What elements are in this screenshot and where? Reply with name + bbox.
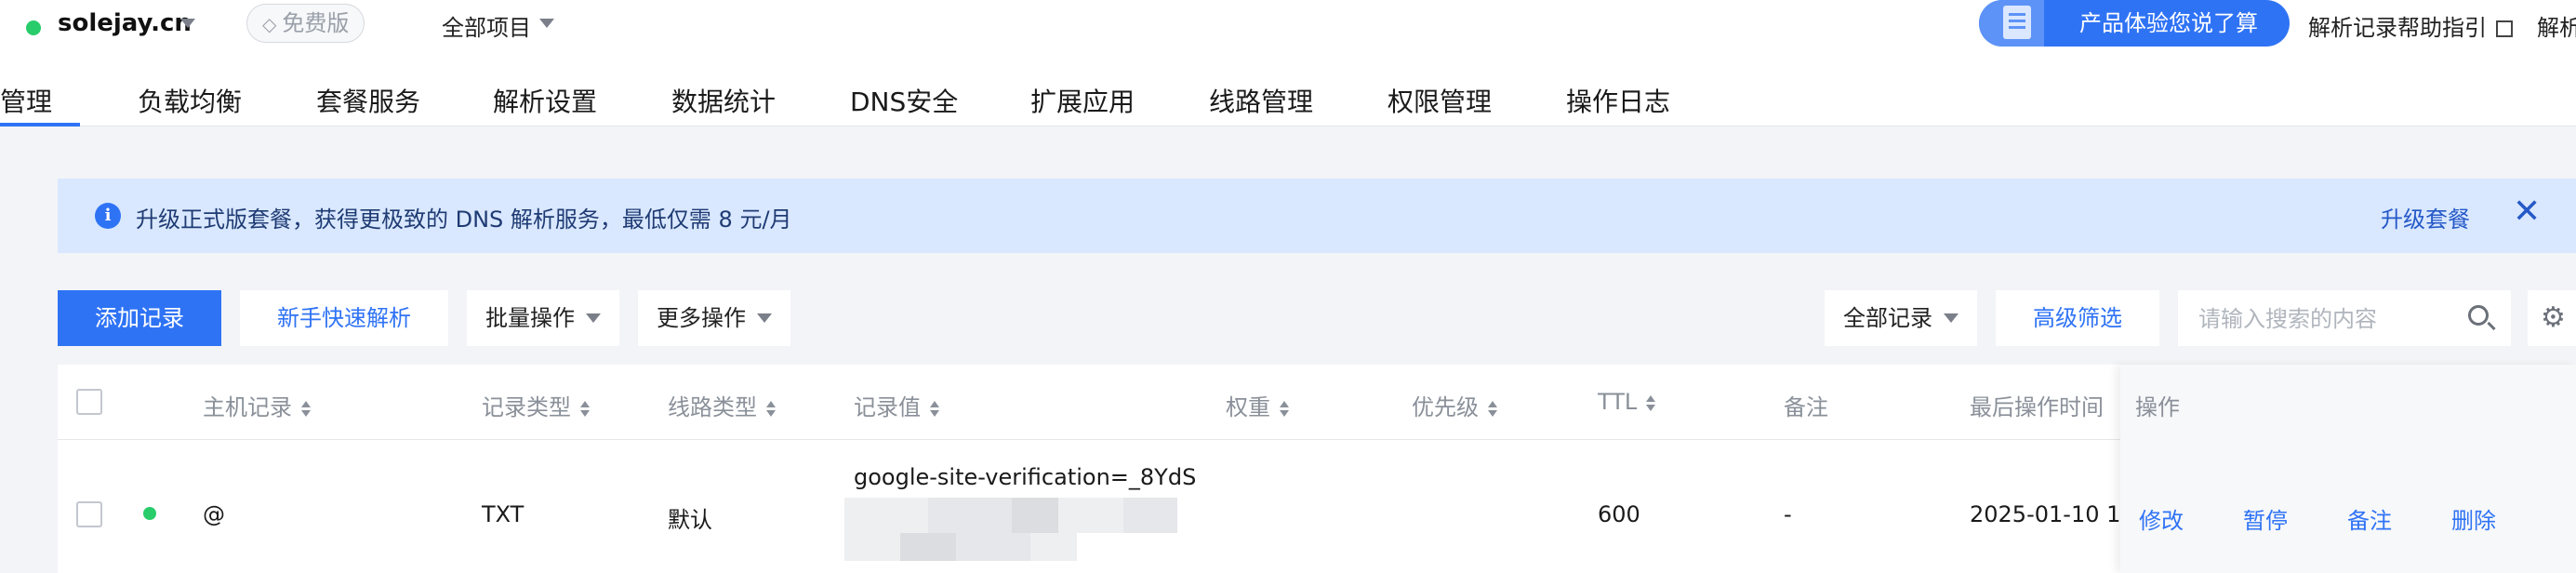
tab-record-management[interactable]: 录管理 [0, 82, 52, 119]
column-remark: 备注 [1784, 394, 1828, 420]
search-icon[interactable] [2468, 305, 2489, 326]
cell-host: @ [203, 501, 225, 527]
column-line-label: 线路类型 [668, 394, 757, 420]
column-value-label: 记录值 [854, 394, 921, 420]
column-actions: 操作 [2135, 394, 2180, 420]
batch-operations-dropdown[interactable]: 批量操作 [467, 290, 619, 346]
chevron-down-icon [757, 313, 772, 323]
plan-badge: ◇ 免费版 [246, 4, 365, 43]
top-header: solejay.cn ◇ 免费版 全部项目 产品体验您说了算 解析记录帮助指引 解… [0, 0, 2576, 127]
sort-icon [301, 401, 311, 418]
row-checkbox[interactable] [76, 501, 102, 527]
help-guide-link[interactable]: 解析记录帮助指引 [2308, 9, 2513, 42]
records-toolbar: 添加记录 新手快速解析 批量操作 更多操作 全部记录 高级筛选 ⚙ [0, 290, 2576, 346]
search-input[interactable] [2197, 301, 2461, 337]
record-enabled-icon [143, 507, 156, 520]
cell-remark: - [1784, 501, 1792, 527]
sort-icon [580, 401, 590, 418]
column-last-operation-time[interactable]: 最后操作时间 [1970, 389, 2104, 421]
tab-dns-security[interactable]: DNS安全 [850, 82, 958, 119]
help-guide-label: 解析记录帮助指引 [2308, 15, 2487, 41]
close-icon[interactable]: ✕ [2513, 192, 2541, 233]
record-filter-dropdown[interactable]: 全部记录 [1825, 290, 1977, 346]
tab-line-management[interactable]: 线路管理 [1209, 82, 1313, 119]
feedback-button-label: 产品体验您说了算 [2079, 10, 2258, 36]
column-type[interactable]: 记录类型 [482, 389, 590, 421]
record-filter-label: 全部记录 [1843, 305, 1932, 331]
sort-icon [1488, 401, 1497, 418]
tab-extensions[interactable]: 扩展应用 [1030, 82, 1135, 119]
column-host-label: 主机记录 [203, 394, 292, 420]
project-select[interactable]: 全部项目 [442, 9, 531, 42]
column-host[interactable]: 主机记录 [203, 389, 311, 421]
tab-load-balancing[interactable]: 负载均衡 [138, 82, 242, 119]
cell-value: google-site-verification=_8YdS [854, 464, 1197, 490]
domain-status-icon [26, 20, 41, 35]
advanced-filter-button[interactable]: 高级筛选 [1996, 290, 2159, 346]
column-line[interactable]: 线路类型 [668, 389, 776, 421]
tab-plan-services[interactable]: 套餐服务 [316, 82, 420, 119]
domain-name[interactable]: solejay.cn [58, 9, 192, 37]
add-record-button[interactable]: 添加记录 [58, 290, 221, 346]
tab-operation-log[interactable]: 操作日志 [1566, 82, 1670, 119]
pause-record-link[interactable]: 暂停 [2243, 502, 2288, 535]
search-box [2178, 290, 2511, 346]
sort-icon [1646, 395, 1656, 412]
column-ttl[interactable]: TTL [1598, 389, 1656, 415]
tab-statistics[interactable]: 数据统计 [671, 82, 776, 119]
column-priority[interactable]: 优先级 [1412, 389, 1497, 421]
column-settings-button[interactable]: ⚙ [2528, 290, 2576, 346]
cell-ttl: 600 [1598, 501, 1640, 527]
select-all-checkbox[interactable] [76, 389, 102, 415]
column-value[interactable]: 记录值 [854, 389, 939, 421]
document-icon [1979, 0, 2044, 47]
records-table: 主机记录 记录类型 线路类型 记录值 权重 优先级 TTL 备注 最后操作时间 … [58, 365, 2576, 573]
delete-record-link[interactable]: 删除 [2451, 502, 2496, 535]
cell-line: 默认 [668, 507, 712, 533]
quick-resolve-button[interactable]: 新手快速解析 [240, 290, 448, 346]
batch-operations-label: 批量操作 [485, 305, 575, 331]
column-weight-label: 权重 [1226, 394, 1270, 420]
remark-record-link[interactable]: 备注 [2347, 502, 2392, 535]
actions-column: 操作 修改 暂停 备注 删除 [2120, 365, 2576, 573]
edit-record-link[interactable]: 修改 [2139, 502, 2184, 535]
more-operations-dropdown[interactable]: 更多操作 [638, 290, 790, 346]
chevron-down-icon[interactable] [539, 19, 554, 28]
active-tab-indicator [0, 123, 80, 127]
diamond-icon: ◇ [262, 13, 277, 35]
sort-icon [1280, 401, 1289, 418]
external-link-icon [2496, 20, 2513, 37]
column-weight[interactable]: 权重 [1226, 389, 1289, 421]
column-ttl-label: TTL [1598, 389, 1638, 415]
column-type-label: 记录类型 [482, 394, 571, 420]
chevron-down-icon[interactable] [180, 19, 195, 28]
chevron-down-icon [1944, 313, 1959, 323]
truncated-header-link[interactable]: 解析 [2537, 9, 2576, 42]
gear-icon: ⚙ [2541, 301, 2566, 334]
notice-text: 升级正式版套餐，获得更极致的 DNS 解析服务，最低仅需 8 元/月 [136, 207, 792, 233]
cell-last-operation-time: 2025-01-10 18 [1970, 501, 2120, 527]
upgrade-plan-link[interactable]: 升级套餐 [2381, 201, 2470, 233]
more-operations-label: 更多操作 [657, 305, 746, 331]
info-icon: i [95, 203, 121, 229]
plan-badge-label: 免费版 [282, 10, 350, 36]
tab-permission-management[interactable]: 权限管理 [1388, 82, 1492, 119]
cell-type: TXT [482, 501, 524, 527]
sort-icon [930, 401, 939, 418]
upgrade-notice-banner: i 升级正式版套餐，获得更极致的 DNS 解析服务，最低仅需 8 元/月 升级套… [58, 179, 2576, 253]
feedback-button[interactable]: 产品体验您说了算 [1979, 0, 2290, 47]
sort-icon [766, 401, 776, 418]
tab-resolve-settings[interactable]: 解析设置 [493, 82, 597, 119]
chevron-down-icon [586, 313, 601, 323]
column-priority-label: 优先级 [1412, 394, 1479, 420]
